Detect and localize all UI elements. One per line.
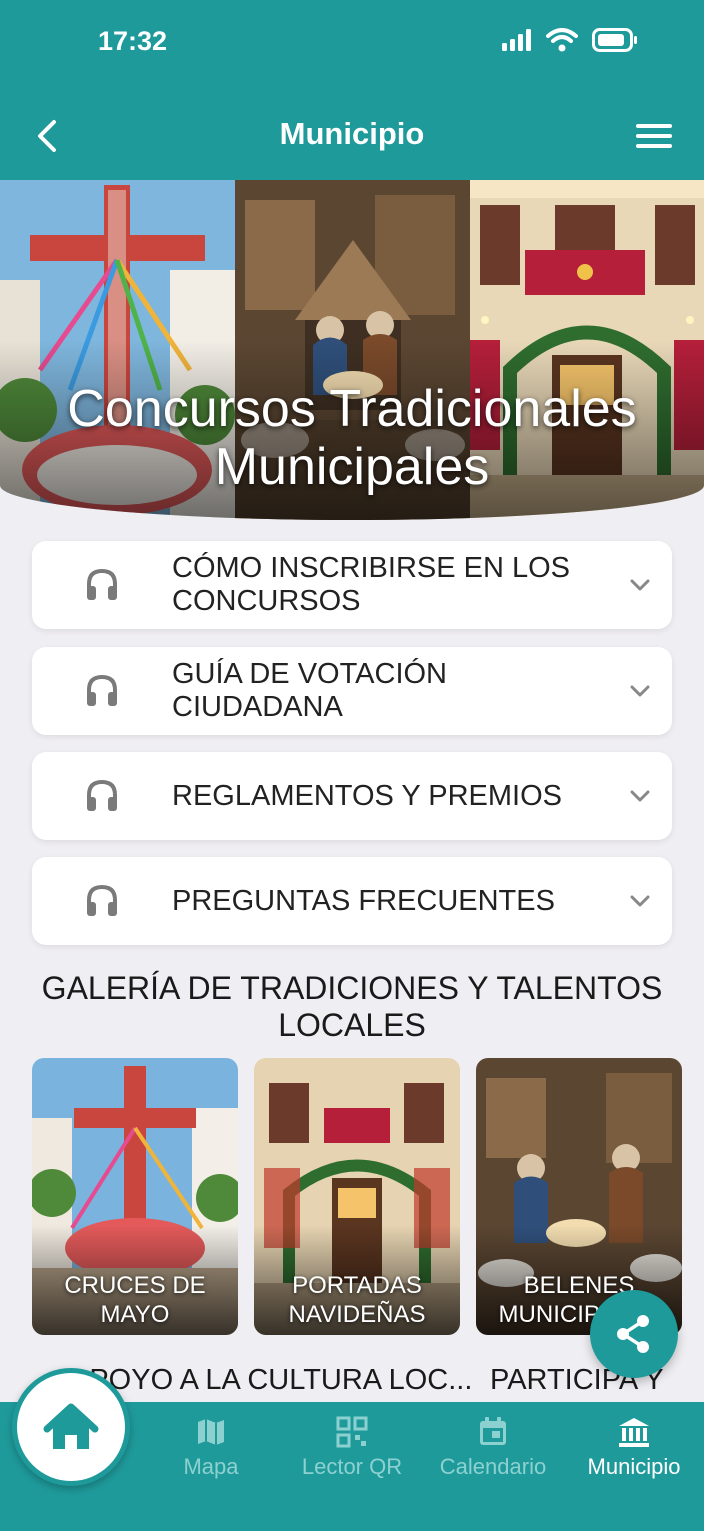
- tab-label: Calendario: [439, 1454, 547, 1479]
- headphones-icon: [87, 779, 117, 811]
- accordion-label: GUÍA DE VOTACIÓN CIUDADANA: [172, 658, 448, 723]
- tab-calendario[interactable]: Calendario: [423, 1416, 563, 1480]
- tab-municipio[interactable]: Municipio: [564, 1416, 704, 1480]
- nav-bar: Municipio: [0, 90, 704, 180]
- wifi-icon: [546, 28, 578, 52]
- tab-mapa[interactable]: Mapa: [141, 1416, 281, 1480]
- accordion-label: REGLAMENTOS Y PREMIOS: [172, 779, 562, 812]
- headphones-icon: [87, 674, 117, 706]
- accordion-votacion[interactable]: GUÍA DE VOTACIÓN CIUDADANA: [32, 647, 672, 735]
- card-label: PORTADAS NAVIDEÑAS: [288, 1272, 426, 1328]
- gallery-card-portadas[interactable]: PORTADAS NAVIDEÑAS: [254, 1058, 460, 1335]
- tab-label: Municipio: [587, 1454, 681, 1479]
- accordion-label: CÓMO INSCRIBIRSE EN LOS CONCURSOS: [172, 552, 571, 617]
- headphones-icon: [87, 568, 117, 600]
- hero-banner: Concursos Tradicionales Municipales: [0, 180, 704, 520]
- signal-icon: [502, 29, 531, 51]
- page-title: Municipio: [279, 116, 425, 151]
- home-icon: [43, 1403, 99, 1449]
- home-button[interactable]: [12, 1368, 130, 1486]
- status-time: 17:32: [98, 26, 168, 56]
- chevron-down-icon: [630, 685, 650, 697]
- card-label: CRUCES DE MAYO: [64, 1272, 206, 1328]
- status-icons: [502, 28, 638, 52]
- gallery-card-cruces[interactable]: CRUCES DE MAYO: [32, 1058, 238, 1335]
- tab-label: Lector QR: [301, 1454, 403, 1479]
- accordion-reglamentos[interactable]: REGLAMENTOS Y PREMIOS: [32, 752, 672, 840]
- qr-code-icon: [336, 1416, 368, 1448]
- chevron-down-icon: [630, 790, 650, 802]
- gallery-title: GALERÍA DE TRADICIONES Y TALENTOS LOCALE…: [41, 970, 663, 1043]
- municipal-building-icon: [619, 1418, 649, 1447]
- share-button[interactable]: [590, 1290, 678, 1378]
- tab-lector-qr[interactable]: Lector QR: [282, 1416, 422, 1480]
- tab-label: Mapa: [183, 1454, 239, 1479]
- accordion-label: PREGUNTAS FRECUENTES: [172, 884, 555, 917]
- hero-title: Concursos Tradicionales Municipales: [67, 380, 637, 496]
- chevron-down-icon: [630, 579, 650, 591]
- section-title-apoyo[interactable]: APOYO A LA CULTURA LOC...: [70, 1364, 472, 1397]
- status-bar: 17:32: [0, 0, 704, 90]
- battery-icon: [592, 28, 637, 52]
- share-icon: [617, 1315, 649, 1353]
- chevron-down-icon: [630, 895, 650, 907]
- headphones-icon: [87, 884, 117, 916]
- accordion-inscripcion[interactable]: CÓMO INSCRIBIRSE EN LOS CONCURSOS: [32, 541, 672, 629]
- menu-icon[interactable]: [634, 120, 674, 152]
- calendar-icon: [480, 1417, 506, 1445]
- accordion-preguntas[interactable]: PREGUNTAS FRECUENTES: [32, 857, 672, 945]
- map-icon: [198, 1419, 224, 1445]
